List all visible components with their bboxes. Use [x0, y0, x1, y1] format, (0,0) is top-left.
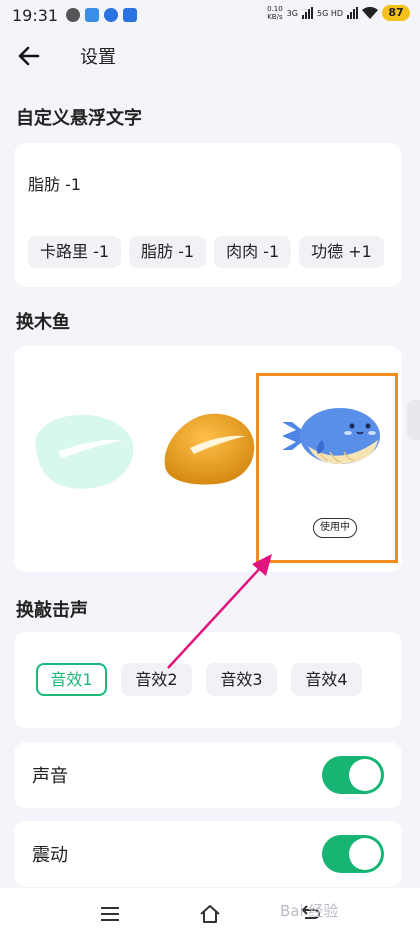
home-icon: [200, 905, 220, 923]
page-title: 设置: [80, 47, 116, 68]
custom-text-card: 脂肪 -1 卡路里 -1 脂肪 -1 肉肉 -1 功德 +1: [14, 143, 402, 287]
sim2-label: 5G HD: [316, 8, 343, 18]
text-preset-chip[interactable]: 卡路里 -1: [28, 236, 122, 268]
signal-icon-2: [347, 7, 358, 19]
sound-option-1[interactable]: 音效1: [36, 663, 107, 696]
floating-side-tab[interactable]: [407, 400, 420, 440]
text-preset-chip[interactable]: 脂肪 -1: [129, 236, 207, 268]
app-notification-icon: [66, 8, 81, 22]
mint-fish-option[interactable]: [24, 408, 142, 492]
custom-text-section-title: 自定义悬浮文字: [16, 108, 142, 129]
battery-icon: 87: [382, 5, 410, 21]
sound-toggle-row: 声音: [14, 742, 402, 808]
selection-highlight-box: [256, 373, 398, 563]
toggle-knob: [349, 759, 381, 791]
plane-notification-icon: [85, 8, 100, 22]
vibrate-toggle-row: 震动: [14, 821, 402, 887]
network-speed-unit: KB/s: [267, 13, 283, 21]
wifi-icon: [362, 7, 378, 19]
vibrate-toggle[interactable]: [322, 835, 384, 873]
app-header: 设置: [0, 32, 420, 80]
menu-icon: [101, 907, 119, 921]
sim1-label: 3G: [286, 8, 298, 18]
sound-section-title: 换敲击声: [16, 600, 88, 621]
text-preset-chip[interactable]: 肉肉 -1: [214, 236, 292, 268]
home-button[interactable]: [190, 894, 230, 934]
text-preset-chip[interactable]: 功德 +1: [299, 236, 384, 268]
menu-button[interactable]: [90, 894, 130, 934]
arrow-left-icon: [18, 46, 40, 66]
translate-notification-icon: [123, 8, 138, 22]
annotation-arrow: [167, 554, 272, 669]
browser-notification-icon: [104, 8, 119, 22]
network-speed-value: 0.10: [267, 5, 283, 13]
fish-section-title: 换木鱼: [16, 312, 70, 333]
signal-icon: [301, 7, 313, 19]
sound-toggle-label: 声音: [32, 766, 68, 787]
toggle-knob: [349, 838, 381, 870]
sound-toggle[interactable]: [322, 756, 384, 794]
status-right: 0.10 KB/s 3G 5G HD 87: [267, 5, 410, 21]
custom-text-input[interactable]: 脂肪 -1: [28, 171, 81, 195]
vibrate-toggle-label: 震动: [32, 845, 68, 866]
system-nav-bar: [0, 888, 420, 940]
status-time: 19:31: [12, 5, 59, 25]
watermark: Bai 经验: [280, 902, 339, 920]
status-bar: 19:31 0.10 KB/s 3G 5G HD 87: [0, 0, 420, 30]
gold-fish-option[interactable]: [160, 408, 256, 486]
network-speed: 0.10 KB/s: [267, 5, 283, 21]
back-button[interactable]: [0, 32, 58, 80]
sound-option-4[interactable]: 音效4: [291, 663, 362, 696]
text-preset-list: 卡路里 -1 脂肪 -1 肉肉 -1 功德 +1: [28, 236, 384, 268]
